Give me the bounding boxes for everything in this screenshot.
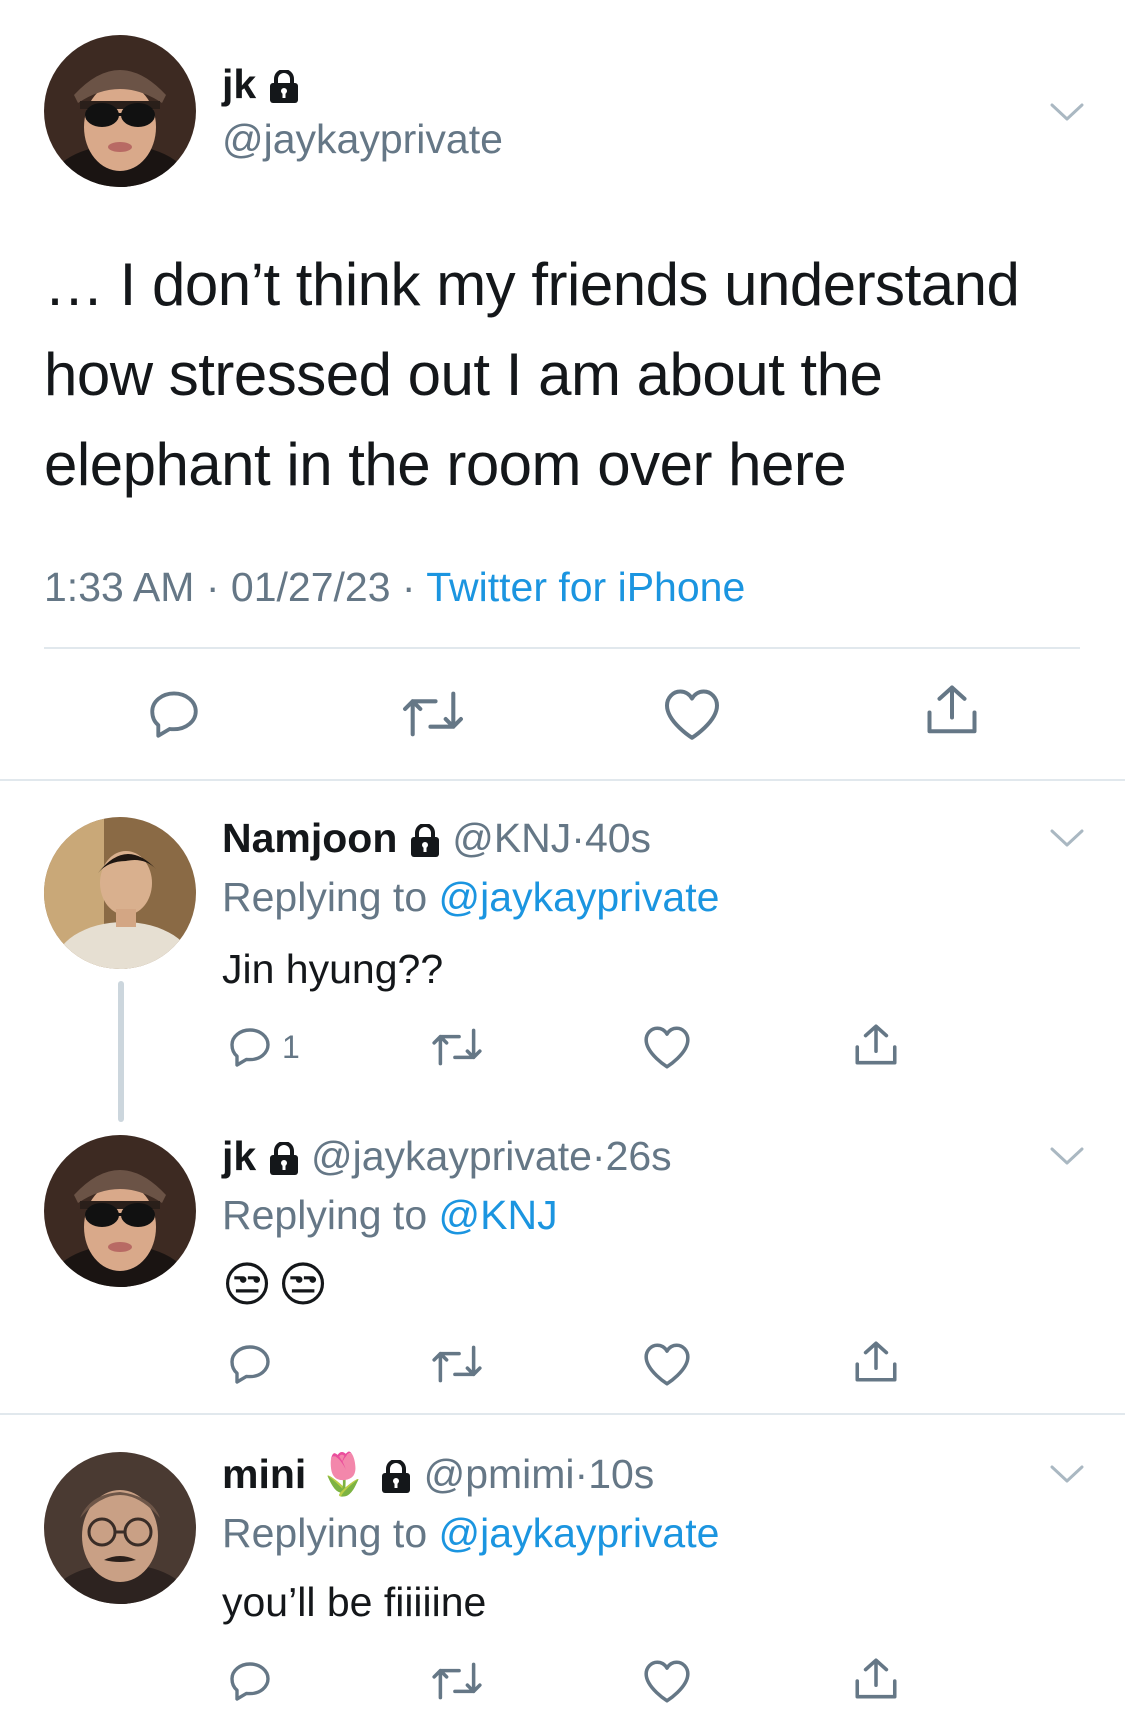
like-button-main[interactable] — [662, 686, 722, 742]
chevron-down-icon[interactable] — [1050, 1146, 1084, 1166]
tulip-emoji: 🌷 — [317, 1451, 369, 1497]
display-name-mini[interactable]: mini — [222, 1451, 306, 1497]
tweet-source-link[interactable]: Twitter for iPhone — [426, 564, 745, 610]
reply-header-jk: jk @jaykayprivate·26s — [222, 1132, 672, 1180]
meta-separator: · — [591, 1133, 606, 1179]
thread-line — [118, 981, 124, 1122]
display-name-namjoon[interactable]: Namjoon — [222, 815, 397, 861]
reply-text: 😒😒 — [222, 1259, 335, 1312]
share-icon — [855, 1341, 897, 1382]
tweet-text-main: … I don’t think my friends understand ho… — [44, 240, 1020, 510]
reply-count: 1 — [282, 1028, 300, 1065]
tweet-age: 26s — [605, 1133, 672, 1179]
lock-icon — [380, 1460, 412, 1494]
share-button[interactable] — [851, 1654, 901, 1704]
replying-handle-link[interactable]: @jaykayprivate — [439, 874, 720, 920]
share-icon — [855, 1024, 897, 1065]
handle-namjoon[interactable]: @KNJ — [452, 815, 571, 861]
tweet-line: how stressed out I am about the — [44, 341, 883, 408]
retweet-button[interactable] — [430, 1660, 484, 1702]
avatar-jk-main[interactable] — [44, 35, 196, 187]
divider — [0, 1413, 1125, 1415]
meta-separator: · — [205, 564, 220, 610]
reply-header-mini: mini 🌷 @pmimi·10s — [222, 1450, 654, 1498]
like-button[interactable] — [642, 1024, 692, 1070]
divider — [44, 647, 1080, 649]
share-button-main[interactable] — [922, 680, 982, 740]
replying-to: Replying to @KNJ — [222, 1191, 558, 1239]
tweet-meta: 1:33 AM · 01/27/23 · Twitter for iPhone — [44, 563, 745, 611]
tweet-time: 1:33 AM — [44, 564, 195, 610]
meta-separator: · — [571, 815, 585, 861]
replying-prefix: Replying to — [222, 874, 428, 920]
reply-button[interactable]: 1 — [226, 1023, 300, 1071]
heart-icon — [644, 1343, 690, 1386]
avatar-mini[interactable] — [44, 1452, 196, 1604]
like-button[interactable] — [642, 1658, 692, 1704]
replying-handle-link[interactable]: @KNJ — [439, 1192, 558, 1238]
lock-icon — [268, 70, 300, 104]
reply-icon — [230, 1028, 270, 1067]
retweet-button-main[interactable] — [400, 688, 466, 740]
replying-to: Replying to @jaykayprivate — [222, 1509, 719, 1557]
share-icon — [855, 1658, 897, 1699]
retweet-button[interactable] — [430, 1343, 484, 1385]
divider — [0, 779, 1125, 781]
reply-icon — [230, 1345, 270, 1384]
chevron-down-icon[interactable] — [1050, 1464, 1084, 1484]
handle-mini[interactable]: @pmimi — [424, 1451, 575, 1497]
display-name-jk[interactable]: jk — [222, 1133, 256, 1179]
replying-handle-link[interactable]: @jaykayprivate — [439, 1510, 720, 1556]
avatar-jk-reply[interactable] — [44, 1135, 196, 1287]
retweet-icon — [432, 1345, 482, 1383]
chevron-down-icon[interactable] — [1050, 828, 1084, 848]
lock-icon — [268, 1142, 300, 1176]
heart-icon — [644, 1026, 690, 1069]
tweet-age: 40s — [584, 815, 652, 861]
retweet-icon — [432, 1662, 482, 1700]
heart-icon — [644, 1660, 690, 1703]
share-icon — [927, 685, 977, 734]
share-button[interactable] — [851, 1020, 901, 1070]
share-button[interactable] — [851, 1337, 901, 1387]
chevron-down-icon[interactable] — [1050, 102, 1084, 122]
retweet-icon — [403, 691, 463, 737]
reply-header-namjoon: Namjoon @KNJ·40s — [222, 814, 651, 862]
reply-button[interactable] — [226, 1340, 274, 1388]
handle-main[interactable]: @jaykayprivate — [222, 115, 503, 163]
heart-icon — [665, 689, 719, 740]
replying-prefix: Replying to — [222, 1192, 428, 1238]
meta-separator: · — [401, 564, 416, 610]
replying-prefix: Replying to — [222, 1510, 428, 1556]
avatar-namjoon[interactable] — [44, 817, 196, 969]
like-button[interactable] — [642, 1341, 692, 1387]
retweet-icon — [432, 1028, 482, 1066]
tweet-age: 10s — [588, 1451, 655, 1497]
reply-text: you’ll be fiiiiine — [222, 1579, 487, 1625]
tweet-date: 01/27/23 — [230, 564, 391, 610]
reply-icon — [150, 691, 198, 738]
lock-icon — [409, 824, 441, 858]
reply-icon — [230, 1662, 270, 1701]
meta-separator: · — [574, 1451, 589, 1497]
display-name-main[interactable]: jk — [222, 60, 300, 108]
tweet-line: … I don’t think my friends understand — [44, 251, 1020, 318]
display-name-text[interactable]: jk — [222, 61, 256, 107]
reply-button-main[interactable] — [145, 685, 203, 743]
tweet-line: elephant in the room over here — [44, 431, 847, 498]
reply-button[interactable] — [226, 1657, 274, 1705]
reply-text: Jin hyung?? — [222, 946, 444, 992]
replying-to: Replying to @jaykayprivate — [222, 873, 719, 921]
retweet-button[interactable] — [430, 1026, 484, 1068]
handle-jk[interactable]: @jaykayprivate — [311, 1133, 592, 1179]
